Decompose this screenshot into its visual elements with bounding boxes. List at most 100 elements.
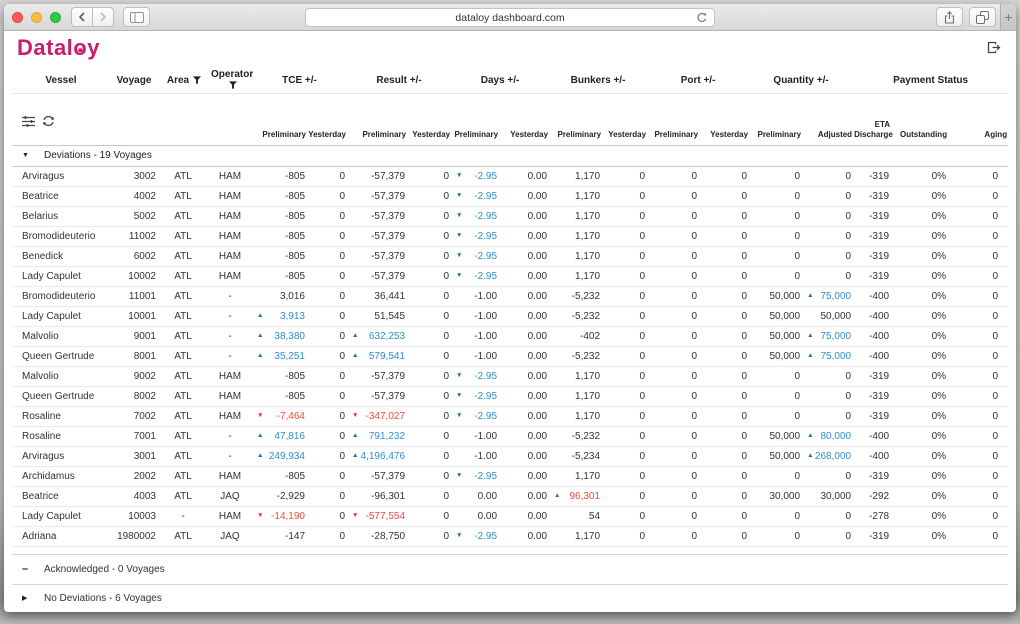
sidebar-toggle-button[interactable] (123, 7, 150, 27)
back-button[interactable] (71, 7, 93, 27)
table-row[interactable]: Arviragus3001ATL-▲249,9340▲4,196,4760-1.… (12, 446, 1008, 466)
new-tab-button[interactable]: + (1000, 4, 1016, 30)
cell-port-preliminary: 0 (647, 246, 699, 266)
cell-bunkers-preliminary: 1,170 (549, 406, 602, 426)
section-spacer (12, 546, 1008, 554)
column-group-tce[interactable]: TCE +/- (252, 68, 347, 93)
column-group-bunkers[interactable]: Bunkers +/- (549, 68, 647, 93)
cell-port-yesterday: 0 (699, 306, 749, 326)
cell-area: ATL (158, 426, 210, 446)
cell-days-yesterday: 0.00 (499, 466, 549, 486)
table-row[interactable]: Queen Gertrude8002ATLHAM-8050-57,3790▼-2… (12, 386, 1008, 406)
minimize-button[interactable] (31, 12, 42, 23)
filter-funnel-icon (229, 81, 237, 89)
table-row[interactable]: Beatrice4003ATLJAQ-2,9290-96,30100.000.0… (12, 486, 1008, 506)
cell-aging: 0 (948, 466, 1008, 486)
up-arrow-icon: ▲ (257, 433, 263, 440)
sign-out-button[interactable] (987, 41, 1001, 59)
column-group-area[interactable]: Area (158, 68, 210, 93)
column-settings-button[interactable] (22, 106, 35, 130)
cell-days-preliminary: ▼-2.95 (451, 526, 499, 546)
cell-tce-preliminary: -805 (252, 246, 307, 266)
cell-result-preliminary: -28,750 (347, 526, 407, 546)
cell-days-yesterday: 0.00 (499, 386, 549, 406)
table-row[interactable]: Queen Gertrude8001ATL-▲35,2510▲579,5410-… (12, 346, 1008, 366)
cell-days-yesterday: 0.00 (499, 166, 549, 186)
table-row[interactable]: Archidamus2002ATLHAM-8050-57,3790▼-2.950… (12, 466, 1008, 486)
cell-tce-yesterday: 0 (307, 186, 347, 206)
cell-bunkers-preliminary: 1,170 (549, 466, 602, 486)
down-arrow-icon: ▼ (257, 513, 263, 520)
column-group-quantity[interactable]: Quantity +/- (749, 68, 853, 93)
zoom-button[interactable] (50, 12, 61, 23)
cell-eta-discharge: -319 (853, 266, 891, 286)
cell-quantity-preliminary: 0 (749, 266, 802, 286)
column-group-days[interactable]: Days +/- (451, 68, 549, 93)
cell-value: -2.95 (474, 371, 497, 382)
reload-button[interactable] (696, 12, 708, 27)
column-group-payment-status[interactable]: Payment Status (853, 68, 1008, 93)
subheader-quantity-adjusted: Adjusted (802, 93, 853, 145)
cell-eta-discharge: -319 (853, 226, 891, 246)
table-row[interactable]: Rosaline7002ATLHAM▼-7,4640▼-347,0270▼-2.… (12, 406, 1008, 426)
cell-port-preliminary: 0 (647, 386, 699, 406)
table-row[interactable]: Bromodideuterio11001ATL-3,016036,4410-1.… (12, 286, 1008, 306)
table-row[interactable]: Malvolio9002ATLHAM-8050-57,3790▼-2.950.0… (12, 366, 1008, 386)
cell-tce-preliminary: ▲3,913 (252, 306, 307, 326)
cell-eta-discharge: -319 (853, 366, 891, 386)
down-arrow-icon: ▼ (456, 473, 462, 480)
table-row[interactable]: Bromodideuterio11002ATLHAM-8050-57,3790▼… (12, 226, 1008, 246)
column-group-port[interactable]: Port +/- (647, 68, 749, 93)
table-row[interactable]: Malvolio9001ATL-▲38,3800▲632,2530-1.000.… (12, 326, 1008, 346)
table-row[interactable]: Lady Capulet10002ATLHAM-8050-57,3790▼-2.… (12, 266, 1008, 286)
column-group-result[interactable]: Result +/- (347, 68, 451, 93)
section-header-no-deviations-6-voyages[interactable]: ▶No Deviations - 6 Voyages (12, 584, 1008, 612)
share-button[interactable] (936, 7, 963, 27)
table-row[interactable]: Beatrice4002ATLHAM-8050-57,3790▼-2.950.0… (12, 186, 1008, 206)
down-arrow-icon: ▼ (257, 413, 263, 420)
cell-days-preliminary: ▼-2.95 (451, 206, 499, 226)
column-group-voyage[interactable]: Voyage (110, 68, 158, 93)
cell-tce-preliminary: -805 (252, 186, 307, 206)
cell-aging: 0 (948, 206, 1008, 226)
table-row[interactable]: Rosaline7001ATL-▲47,8160▲791,2320-1.000.… (12, 426, 1008, 446)
column-group-label: TCE +/- (282, 75, 317, 86)
table-row[interactable]: Belarius5002ATLHAM-8050-57,3790▼-2.950.0… (12, 206, 1008, 226)
cell-tce-preliminary: -805 (252, 366, 307, 386)
cell-quantity-adjusted: 0 (802, 166, 853, 186)
cell-result-preliminary: -57,379 (347, 246, 407, 266)
cell-value: 35,251 (274, 351, 305, 362)
address-bar[interactable]: dataloy dashboard.com (305, 8, 715, 27)
section-header-deviations-19-voyages[interactable]: ▼Deviations - 19 Voyages (12, 145, 1008, 166)
table-row[interactable]: Arviragus3002ATLHAM-8050-57,3790▼-2.950.… (12, 166, 1008, 186)
table-row[interactable]: Benedick6002ATLHAM-8050-57,3790▼-2.950.0… (12, 246, 1008, 266)
cell-operator: HAM (210, 166, 252, 186)
table-row[interactable]: Lady Capulet10001ATL-▲3,913051,5450-1.00… (12, 306, 1008, 326)
cell-aging: 0 (948, 166, 1008, 186)
cell-voyage: 3001 (110, 446, 158, 466)
cell-days-preliminary: ▼ -2.95 (451, 366, 499, 386)
section-header-acknowledged-0-voyages[interactable]: –Acknowledged - 0 Voyages (12, 554, 1008, 584)
table-row[interactable]: Lady Capulet10003-HAM▼-14,1900▼-577,5540… (12, 506, 1008, 526)
close-button[interactable] (12, 12, 23, 23)
subheader-eta-discharge: ETA Discharge (853, 93, 891, 145)
subheader-outstanding: Outstanding (891, 93, 948, 145)
cell-result-preliminary: ▼-577,554 (347, 506, 407, 526)
down-arrow-icon: ▼ (456, 173, 462, 180)
refresh-button[interactable] (42, 105, 55, 130)
cell-area: - (158, 506, 210, 526)
cell-result-yesterday: 0 (407, 346, 451, 366)
up-arrow-icon: ▲ (554, 493, 560, 500)
cell-eta-discharge: -319 (853, 466, 891, 486)
column-group-operator[interactable]: Operator (210, 68, 252, 93)
cell-bunkers-yesterday: 0 (602, 446, 647, 466)
column-group-vessel[interactable]: Vessel (12, 68, 110, 93)
table-row[interactable]: Adriana1980002ATLJAQ-1470-28,7500▼-2.950… (12, 526, 1008, 546)
down-arrow-icon: ▼ (456, 373, 462, 380)
cell-aging: 0 (948, 406, 1008, 426)
cell-vessel: Benedick (12, 246, 110, 266)
cell-port-preliminary: 0 (647, 506, 699, 526)
cell-vessel: Bromodideuterio (12, 226, 110, 246)
tab-overview-button[interactable] (969, 7, 996, 27)
forward-button[interactable] (92, 7, 114, 27)
